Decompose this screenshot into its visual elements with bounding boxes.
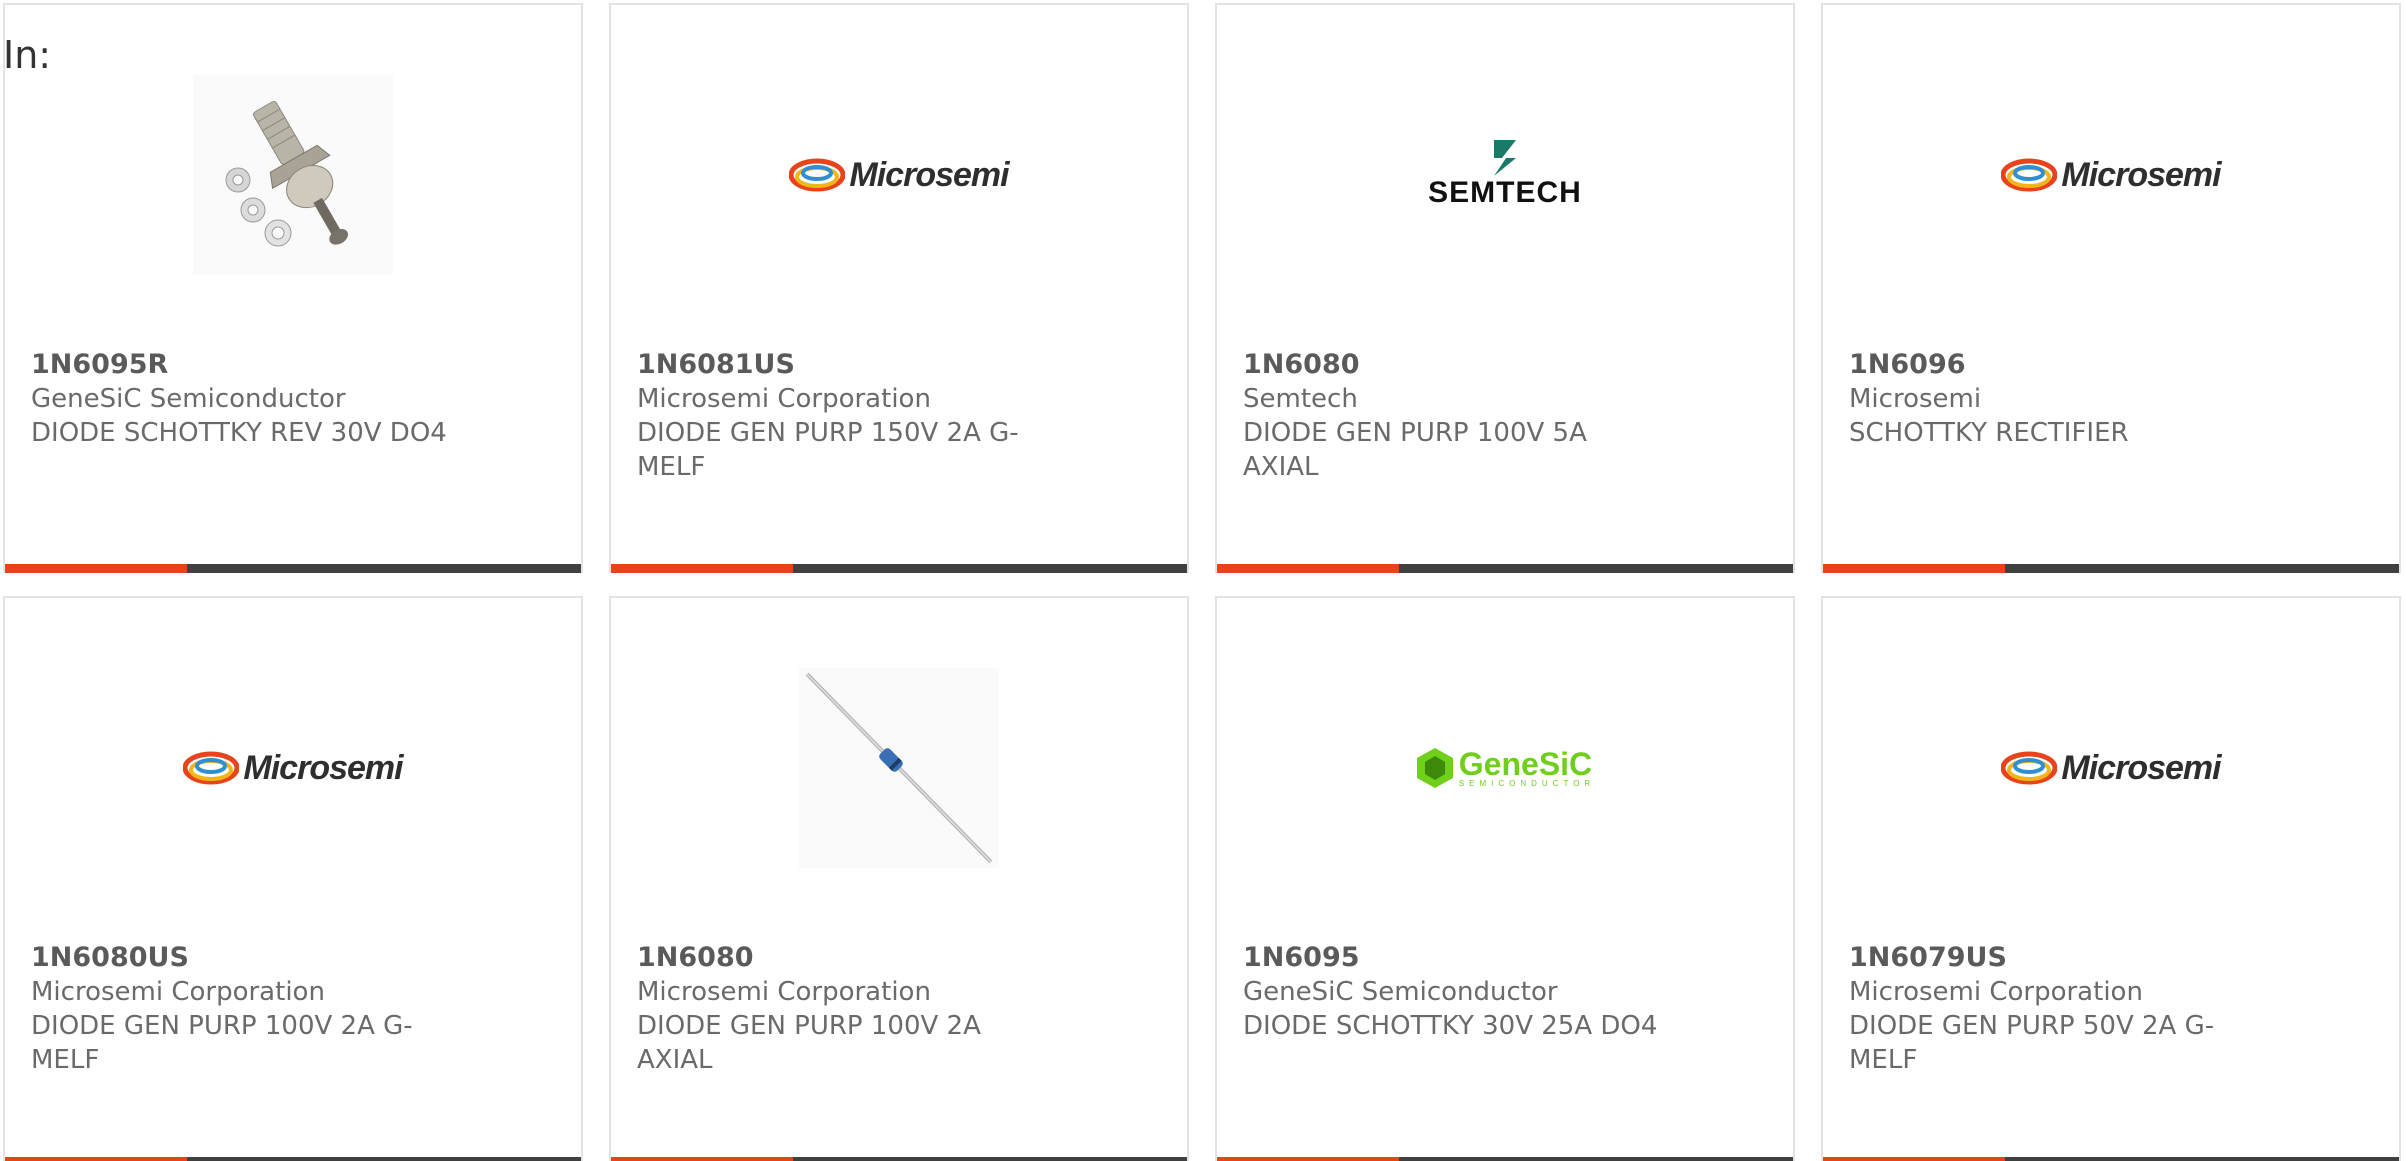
- description: DIODE GEN PURP 100V 2A AXIAL: [637, 1011, 981, 1075]
- manufacturer: Microsemi Corporation: [1849, 977, 2143, 1007]
- card-footer-bar: [1823, 1157, 2399, 1161]
- product-info: 1N6095 GeneSiC Semiconductor DIODE SCHOT…: [1243, 941, 1663, 1043]
- product-image: [5, 65, 581, 285]
- axial-diode-photo-icon: [799, 668, 999, 868]
- product-info: 1N6079US Microsemi Corporation DIODE GEN…: [1849, 941, 2269, 1077]
- part-number[interactable]: 1N6080US: [31, 941, 451, 975]
- description: DIODE GEN PURP 100V 2A G-MELF: [31, 1011, 413, 1075]
- product-card[interactable]: 1N6080 Microsemi Corporation DIODE GEN P…: [609, 596, 1189, 1161]
- part-number[interactable]: 1N6081US: [637, 348, 1057, 382]
- microsemi-swirl-icon: [183, 751, 240, 785]
- product-card[interactable]: Microsemi 1N6081US Microsemi Corporation…: [609, 3, 1189, 573]
- microsemi-wordmark: Microsemi: [243, 748, 403, 787]
- microsemi-wordmark: Microsemi: [2061, 748, 2221, 787]
- microsemi-logo: Microsemi: [789, 155, 1010, 195]
- product-info: 1N6081US Microsemi Corporation DIODE GEN…: [637, 348, 1057, 484]
- card-footer-bar: [5, 564, 581, 573]
- in-label: In:: [3, 33, 52, 77]
- semtech-logo: SEMTECH: [1428, 140, 1582, 210]
- manufacturer: Microsemi Corporation: [31, 977, 325, 1007]
- product-info: 1N6096 Microsemi SCHOTTKY RECTIFIER: [1849, 348, 2269, 450]
- product-info: 1N6080US Microsemi Corporation DIODE GEN…: [31, 941, 451, 1077]
- product-info: 1N6080 Semtech DIODE GEN PURP 100V 5A AX…: [1243, 348, 1663, 484]
- genesic-logo: GeneSiC SEMICONDUCTOR: [1415, 746, 1595, 790]
- card-footer-bar: [611, 1157, 1187, 1161]
- description: DIODE GEN PURP 50V 2A G-MELF: [1849, 1011, 2215, 1075]
- microsemi-swirl-icon: [2001, 158, 2058, 192]
- manufacturer: Microsemi Corporation: [637, 384, 931, 414]
- manufacturer: GeneSiC Semiconductor: [31, 384, 346, 414]
- semtech-mark-icon: [1494, 140, 1516, 176]
- product-card[interactable]: SEMTECH 1N6080 Semtech DIODE GEN PURP 10…: [1215, 3, 1795, 573]
- product-card[interactable]: Microsemi 1N6079US Microsemi Corporation…: [1821, 596, 2401, 1161]
- product-card[interactable]: 1N6095R GeneSiC Semiconductor DIODE SCHO…: [3, 3, 583, 573]
- card-accent: [611, 1157, 793, 1161]
- card-footer-bar: [1823, 564, 2399, 573]
- stud-diode-photo-icon: [193, 75, 393, 275]
- description: DIODE SCHOTTKY REV 30V DO4: [31, 418, 447, 448]
- product-card[interactable]: Microsemi 1N6096 Microsemi SCHOTTKY RECT…: [1821, 3, 2401, 573]
- product-info: 1N6080 Microsemi Corporation DIODE GEN P…: [637, 941, 1057, 1077]
- part-number[interactable]: 1N6095R: [31, 348, 451, 382]
- card-accent: [611, 564, 793, 573]
- part-number[interactable]: 1N6080: [637, 941, 1057, 975]
- product-image: SEMTECH: [1217, 65, 1793, 285]
- part-number[interactable]: 1N6079US: [1849, 941, 2269, 975]
- product-image: Microsemi: [5, 658, 581, 878]
- microsemi-wordmark: Microsemi: [2061, 155, 2221, 194]
- product-grid-page: In: 1N6095R GeneSiC Semiconductor DIODE …: [0, 0, 2406, 1161]
- manufacturer: Semtech: [1243, 384, 1358, 414]
- manufacturer: Microsemi: [1849, 384, 1982, 414]
- product-card[interactable]: GeneSiC SEMICONDUCTOR 1N6095 GeneSiC Sem…: [1215, 596, 1795, 1161]
- card-footer-bar: [611, 564, 1187, 573]
- card-accent: [1217, 564, 1399, 573]
- card-accent: [1217, 1157, 1399, 1161]
- product-image: GeneSiC SEMICONDUCTOR: [1217, 658, 1793, 878]
- manufacturer: Microsemi Corporation: [637, 977, 931, 1007]
- genesic-wordmark: GeneSiC: [1458, 746, 1593, 782]
- card-accent: [5, 564, 187, 573]
- microsemi-wordmark: Microsemi: [849, 155, 1009, 194]
- description: DIODE SCHOTTKY 30V 25A DO4: [1243, 1011, 1658, 1041]
- card-accent: [5, 1157, 187, 1161]
- description: DIODE GEN PURP 100V 5A AXIAL: [1243, 418, 1587, 482]
- product-image: Microsemi: [1823, 65, 2399, 285]
- description: DIODE GEN PURP 150V 2A G-MELF: [637, 418, 1019, 482]
- microsemi-logo: Microsemi: [2001, 748, 2222, 788]
- card-footer-bar: [1217, 564, 1793, 573]
- product-info: 1N6095R GeneSiC Semiconductor DIODE SCHO…: [31, 348, 451, 450]
- product-image: Microsemi: [1823, 658, 2399, 878]
- genesic-hex-icon: [1416, 748, 1453, 788]
- product-image: Microsemi: [611, 65, 1187, 285]
- microsemi-logo: Microsemi: [2001, 155, 2222, 195]
- product-image: [611, 658, 1187, 878]
- microsemi-swirl-icon: [789, 158, 846, 192]
- description: SCHOTTKY RECTIFIER: [1849, 418, 2129, 448]
- genesic-subtext: SEMICONDUCTOR: [1458, 779, 1596, 788]
- card-accent: [1823, 1157, 2005, 1161]
- card-accent: [1823, 564, 2005, 573]
- manufacturer: GeneSiC Semiconductor: [1243, 977, 1558, 1007]
- card-footer-bar: [5, 1157, 581, 1161]
- semtech-wordmark: SEMTECH: [1428, 176, 1582, 209]
- part-number[interactable]: 1N6095: [1243, 941, 1663, 975]
- part-number[interactable]: 1N6096: [1849, 348, 2269, 382]
- part-number[interactable]: 1N6080: [1243, 348, 1663, 382]
- microsemi-logo: Microsemi: [183, 748, 404, 788]
- microsemi-swirl-icon: [2001, 751, 2058, 785]
- card-footer-bar: [1217, 1157, 1793, 1161]
- product-card[interactable]: Microsemi 1N6080US Microsemi Corporation…: [3, 596, 583, 1161]
